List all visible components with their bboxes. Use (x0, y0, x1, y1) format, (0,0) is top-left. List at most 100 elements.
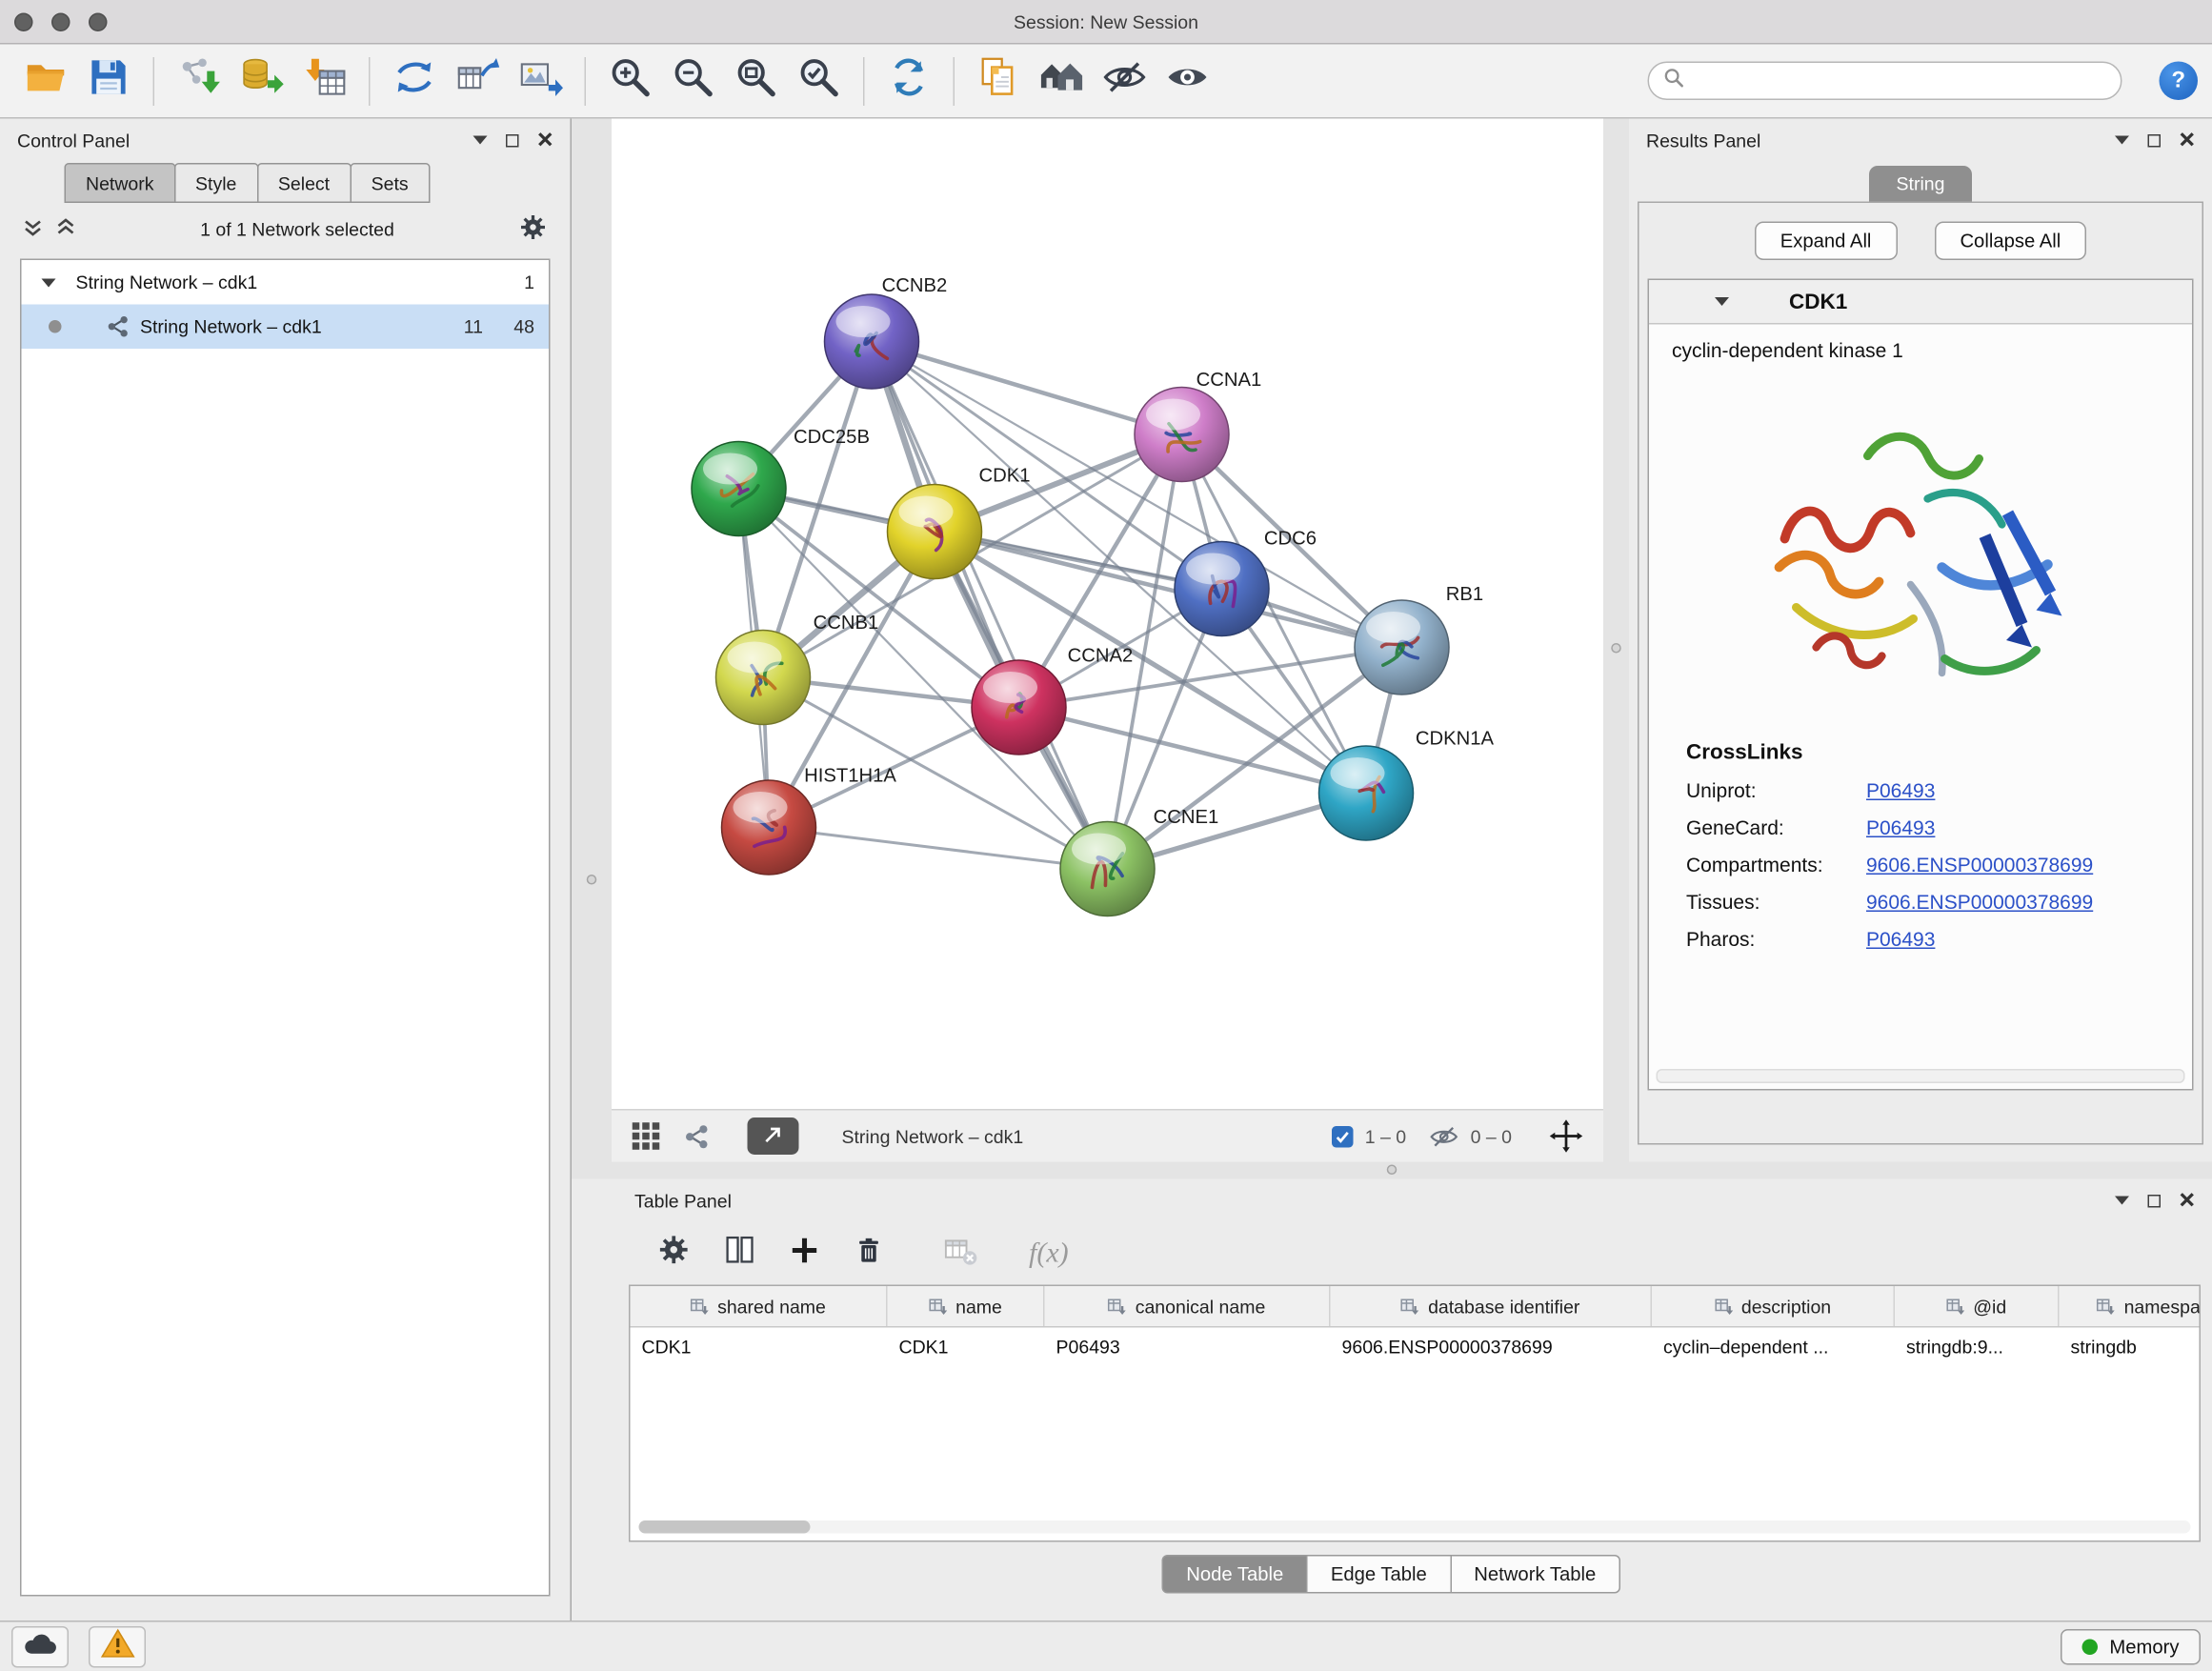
tab-select[interactable]: Select (256, 163, 351, 203)
panel-close-icon[interactable] (2180, 130, 2196, 151)
panel-maximize-icon[interactable] (2148, 133, 2162, 147)
show-columns-icon[interactable] (723, 1234, 756, 1274)
tab-network[interactable]: Network (65, 163, 176, 203)
zoom-selected-button[interactable] (788, 50, 851, 112)
search-box (1648, 62, 2122, 101)
panel-maximize-icon[interactable] (2148, 1194, 2162, 1207)
selection-checkbox[interactable] (1332, 1125, 1354, 1147)
disclosure-triangle-icon[interactable] (42, 278, 56, 287)
gene-disclosure-triangle-icon[interactable] (1715, 297, 1729, 306)
copy-document-button[interactable] (968, 50, 1031, 112)
node-label: CCNA1 (1196, 370, 1262, 391)
memory-button[interactable]: Memory (2061, 1629, 2201, 1665)
panel-close-icon[interactable] (2180, 1190, 2196, 1212)
splitter-handle[interactable] (587, 875, 597, 885)
zoom-window-button[interactable] (89, 12, 108, 31)
panel-float-icon[interactable] (473, 136, 488, 145)
panel-float-icon[interactable] (2115, 136, 2129, 145)
gene-card-header[interactable]: CDK1 (1649, 280, 2192, 325)
pan-crosshair-icon[interactable] (1549, 1119, 1583, 1154)
column-header[interactable]: namespace (2060, 1286, 2202, 1326)
zoom-in-button[interactable] (599, 50, 662, 112)
network-row[interactable]: String Network – cdk1 11 48 (22, 305, 550, 350)
column-header[interactable]: description (1652, 1286, 1895, 1326)
column-header[interactable]: canonical name (1045, 1286, 1331, 1326)
home-views-button[interactable] (1031, 50, 1094, 112)
collapse-all-icon[interactable] (23, 217, 43, 242)
crosslink-link[interactable]: 9606.ENSP00000378699 (1866, 854, 2093, 876)
cloud-status-button[interactable] (11, 1626, 69, 1668)
network-node-CDK1[interactable]: CDK1 (888, 466, 1031, 579)
close-window-button[interactable] (14, 12, 33, 31)
search-input[interactable] (1694, 69, 2107, 93)
network-node-CCNB1[interactable]: CCNB1 (716, 613, 879, 725)
delete-column-trash-icon[interactable] (854, 1234, 885, 1273)
delete-table-icon[interactable] (943, 1234, 979, 1273)
panel-maximize-icon[interactable] (506, 133, 519, 147)
left-splitter[interactable] (572, 119, 612, 1162)
network-node-RB1[interactable]: RB1 (1355, 584, 1483, 695)
tab-edge-table[interactable]: Edge Table (1306, 1555, 1451, 1594)
minimize-window-button[interactable] (51, 12, 70, 31)
toggle-structure-images-button[interactable] (1094, 50, 1156, 112)
toggle-glass-ball-button[interactable] (1156, 50, 1219, 112)
horizontal-splitter[interactable] (572, 1162, 2212, 1179)
import-network-from-database-button[interactable] (231, 50, 293, 112)
tab-network-table[interactable]: Network Table (1450, 1555, 1620, 1594)
function-builder-icon[interactable]: f(x) (1029, 1237, 1069, 1270)
column-header[interactable]: database identifier (1331, 1286, 1653, 1326)
network-node-CCNA1[interactable]: CCNA1 (1135, 370, 1261, 481)
panel-float-icon[interactable] (2115, 1197, 2129, 1205)
panel-close-icon[interactable] (537, 130, 553, 151)
save-session-button[interactable] (77, 50, 140, 112)
splitter-handle[interactable] (1611, 643, 1621, 654)
table-row[interactable]: CDK1 CDK1 P06493 9606.ENSP00000378699 cy… (631, 1328, 2200, 1368)
tab-style[interactable]: Style (174, 163, 258, 203)
toolbar-separator (954, 56, 955, 105)
network-share-icon[interactable] (683, 1122, 711, 1150)
network-canvas[interactable]: CCNB2CCNA1CDC25BCDK1CDC6RB1CCNB1CCNA2CDK… (612, 119, 1603, 1110)
gear-icon[interactable] (519, 213, 548, 247)
tab-sets[interactable]: Sets (350, 163, 430, 203)
hidden-eye-slash-icon[interactable] (1429, 1121, 1459, 1152)
column-header[interactable]: name (888, 1286, 1045, 1326)
scrollbar-thumb[interactable] (639, 1520, 811, 1534)
network-node-HIST1H1A[interactable]: HIST1H1A (722, 766, 897, 876)
new-network-from-selection-button[interactable] (446, 50, 509, 112)
birdseye-grid-icon[interactable] (632, 1122, 660, 1151)
protein-structure-image[interactable] (1649, 368, 2192, 718)
import-network-from-file-button[interactable] (168, 50, 231, 112)
crosslink-link[interactable]: 9606.ENSP00000378699 (1866, 891, 2093, 914)
tab-string[interactable]: String (1869, 166, 1972, 202)
zoom-fit-button[interactable] (725, 50, 788, 112)
expand-all-icon[interactable] (56, 217, 76, 242)
column-header[interactable]: @id (1895, 1286, 2060, 1326)
tab-node-table[interactable]: Node Table (1162, 1555, 1308, 1594)
expand-all-button[interactable]: Expand All (1755, 222, 1898, 261)
table-settings-gear-icon[interactable] (657, 1234, 691, 1274)
crosslink-link[interactable]: P06493 (1866, 928, 1935, 951)
export-image-button[interactable] (509, 50, 572, 112)
import-table-from-file-button[interactable] (293, 50, 356, 112)
crosslink-link[interactable]: P06493 (1866, 816, 1935, 839)
network-node-CCNB2[interactable]: CCNB2 (825, 275, 948, 389)
help-button[interactable]: ? (2160, 62, 2199, 101)
column-label: canonical name (1136, 1296, 1266, 1318)
column-header[interactable]: shared name (631, 1286, 888, 1326)
open-session-button[interactable] (14, 50, 77, 112)
network-collection-row[interactable]: String Network – cdk1 1 (22, 260, 550, 305)
crosslink-link[interactable]: P06493 (1866, 779, 1935, 802)
network-node-CDKN1A[interactable]: CDKN1A (1319, 729, 1495, 841)
warnings-button[interactable] (89, 1626, 146, 1668)
add-column-plus-icon[interactable] (789, 1234, 820, 1273)
network-graph[interactable]: CCNB2CCNA1CDC25BCDK1CDC6RB1CCNB1CCNA2CDK… (612, 119, 1603, 1110)
collapse-all-button[interactable]: Collapse All (1934, 222, 2086, 261)
horizontal-scrollbar[interactable] (639, 1520, 2191, 1534)
zoom-out-button[interactable] (662, 50, 725, 112)
gene-scrollbar[interactable] (1657, 1069, 2185, 1083)
open-view-button[interactable] (748, 1117, 799, 1155)
first-neighbors-button[interactable] (383, 50, 446, 112)
splitter-handle[interactable] (1387, 1165, 1398, 1176)
apply-layout-button[interactable] (877, 50, 940, 112)
right-splitter[interactable] (1603, 119, 1629, 1162)
